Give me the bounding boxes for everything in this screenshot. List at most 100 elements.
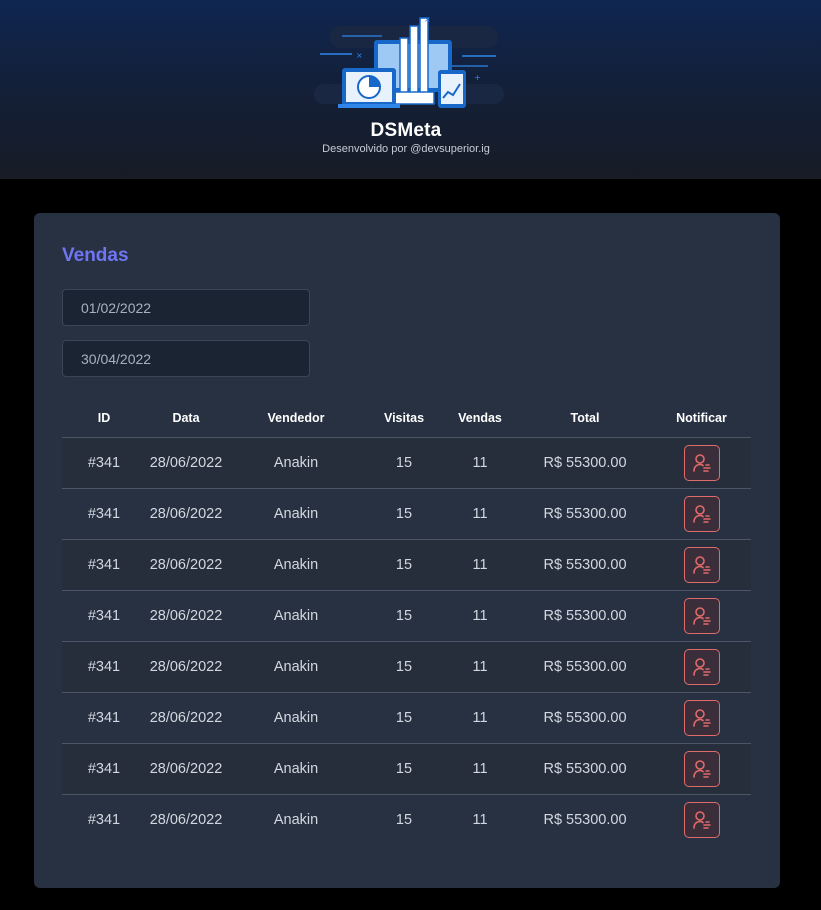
cell-date: 28/06/2022 xyxy=(146,692,226,744)
cell-total: R$ 55300.00 xyxy=(518,539,652,591)
cell-deals: 11 xyxy=(442,692,518,744)
col-header-notify: Notificar xyxy=(676,411,727,425)
table-row: #341 28/06/2022 Anakin 15 11 R$ 55300.00 xyxy=(62,437,751,489)
cell-total: R$ 55300.00 xyxy=(518,794,652,845)
sales-title: Vendas xyxy=(62,245,129,266)
cell-deals: 11 xyxy=(442,437,518,489)
notify-button[interactable] xyxy=(683,802,720,838)
cell-notify xyxy=(652,692,751,744)
sales-table-body: #341 28/06/2022 Anakin 15 11 R$ 55300.00… xyxy=(62,437,751,845)
col-header-visits: Visitas xyxy=(383,411,425,425)
cell-id: #341 xyxy=(62,641,146,693)
sales-card: Vendas ID Data Vendedor Visitas Vendas T… xyxy=(34,213,780,888)
dashboard-devices-icon: × × + xyxy=(314,15,504,108)
user-notify-icon xyxy=(692,709,711,727)
user-notify-icon xyxy=(692,556,711,574)
cell-notify xyxy=(652,590,751,642)
cell-date: 28/06/2022 xyxy=(146,743,226,795)
col-header-id: ID xyxy=(97,411,111,425)
table-row: #341 28/06/2022 Anakin 15 11 R$ 55300.00 xyxy=(62,641,751,693)
sales-table-header: ID Data Vendedor Visitas Vendas Total No… xyxy=(62,399,751,438)
cell-visits: 15 xyxy=(366,488,442,540)
cell-date: 28/06/2022 xyxy=(146,794,226,845)
app-header: × × + DSMeta Desenvolvido por @devsuperi… xyxy=(0,0,821,179)
cell-date: 28/06/2022 xyxy=(146,437,226,489)
table-row: #341 28/06/2022 Anakin 15 11 R$ 55300.00 xyxy=(62,539,751,591)
cell-deals: 11 xyxy=(442,743,518,795)
notify-button[interactable] xyxy=(683,496,720,532)
cell-id: #341 xyxy=(62,692,146,744)
cell-seller: Anakin xyxy=(226,641,366,693)
cell-id: #341 xyxy=(62,539,146,591)
cell-id: #341 xyxy=(62,794,146,845)
cell-date: 28/06/2022 xyxy=(146,590,226,642)
notify-button[interactable] xyxy=(683,751,720,787)
cell-seller: Anakin xyxy=(226,437,366,489)
cell-seller: Anakin xyxy=(226,794,366,845)
notify-button[interactable] xyxy=(683,445,720,481)
cell-total: R$ 55300.00 xyxy=(518,437,652,489)
cell-deals: 11 xyxy=(442,794,518,845)
cell-deals: 11 xyxy=(442,590,518,642)
notify-button[interactable] xyxy=(683,649,720,685)
col-header-date: Data xyxy=(172,411,200,425)
svg-text:×: × xyxy=(356,51,363,60)
cell-date: 28/06/2022 xyxy=(146,539,226,591)
cell-date: 28/06/2022 xyxy=(146,641,226,693)
cell-notify xyxy=(652,641,751,693)
svg-text:×: × xyxy=(424,15,431,24)
svg-text:+: + xyxy=(474,73,481,82)
user-notify-icon xyxy=(692,607,711,625)
cell-notify xyxy=(652,488,751,540)
table-row: #341 28/06/2022 Anakin 15 11 R$ 55300.00 xyxy=(62,590,751,642)
table-row: #341 28/06/2022 Anakin 15 11 R$ 55300.00 xyxy=(62,488,751,540)
cell-visits: 15 xyxy=(366,692,442,744)
cell-seller: Anakin xyxy=(226,692,366,744)
cell-visits: 15 xyxy=(366,743,442,795)
col-header-seller: Vendedor xyxy=(267,411,325,425)
cell-seller: Anakin xyxy=(226,743,366,795)
cell-deals: 11 xyxy=(442,488,518,540)
cell-total: R$ 55300.00 xyxy=(518,590,652,642)
user-notify-icon xyxy=(692,454,711,472)
user-notify-icon xyxy=(692,760,711,778)
cell-visits: 15 xyxy=(366,539,442,591)
header-row: ID Data Vendedor Visitas Vendas Total No… xyxy=(62,399,751,438)
notify-button[interactable] xyxy=(683,700,720,736)
cell-date: 28/06/2022 xyxy=(146,488,226,540)
cell-total: R$ 55300.00 xyxy=(518,488,652,540)
start-date-input[interactable] xyxy=(62,289,310,326)
notify-button[interactable] xyxy=(683,598,720,634)
table-row: #341 28/06/2022 Anakin 15 11 R$ 55300.00 xyxy=(62,743,751,795)
notify-button[interactable] xyxy=(683,547,720,583)
user-notify-icon xyxy=(692,811,711,829)
cell-total: R$ 55300.00 xyxy=(518,692,652,744)
cell-id: #341 xyxy=(62,437,146,489)
app-subtitle: Desenvolvido por @devsuperior.ig xyxy=(322,143,490,155)
cell-deals: 11 xyxy=(442,539,518,591)
user-notify-icon xyxy=(692,505,711,523)
col-header-total: Total xyxy=(570,411,600,425)
cell-id: #341 xyxy=(62,488,146,540)
cell-seller: Anakin xyxy=(226,488,366,540)
cell-notify xyxy=(652,539,751,591)
sales-table: ID Data Vendedor Visitas Vendas Total No… xyxy=(62,399,751,845)
cell-notify xyxy=(652,743,751,795)
table-row: #341 28/06/2022 Anakin 15 11 R$ 55300.00 xyxy=(62,794,751,845)
cell-id: #341 xyxy=(62,590,146,642)
cell-notify xyxy=(652,437,751,489)
end-date-input[interactable] xyxy=(62,340,310,377)
cell-id: #341 xyxy=(62,743,146,795)
cell-visits: 15 xyxy=(366,794,442,845)
table-row: #341 28/06/2022 Anakin 15 11 R$ 55300.00 xyxy=(62,692,751,744)
cell-total: R$ 55300.00 xyxy=(518,641,652,693)
cell-visits: 15 xyxy=(366,590,442,642)
cell-seller: Anakin xyxy=(226,590,366,642)
cell-notify xyxy=(652,794,751,845)
cell-seller: Anakin xyxy=(226,539,366,591)
col-header-deals: Vendas xyxy=(458,411,502,425)
cell-total: R$ 55300.00 xyxy=(518,743,652,795)
user-notify-icon xyxy=(692,658,711,676)
cell-visits: 15 xyxy=(366,641,442,693)
cell-visits: 15 xyxy=(366,437,442,489)
